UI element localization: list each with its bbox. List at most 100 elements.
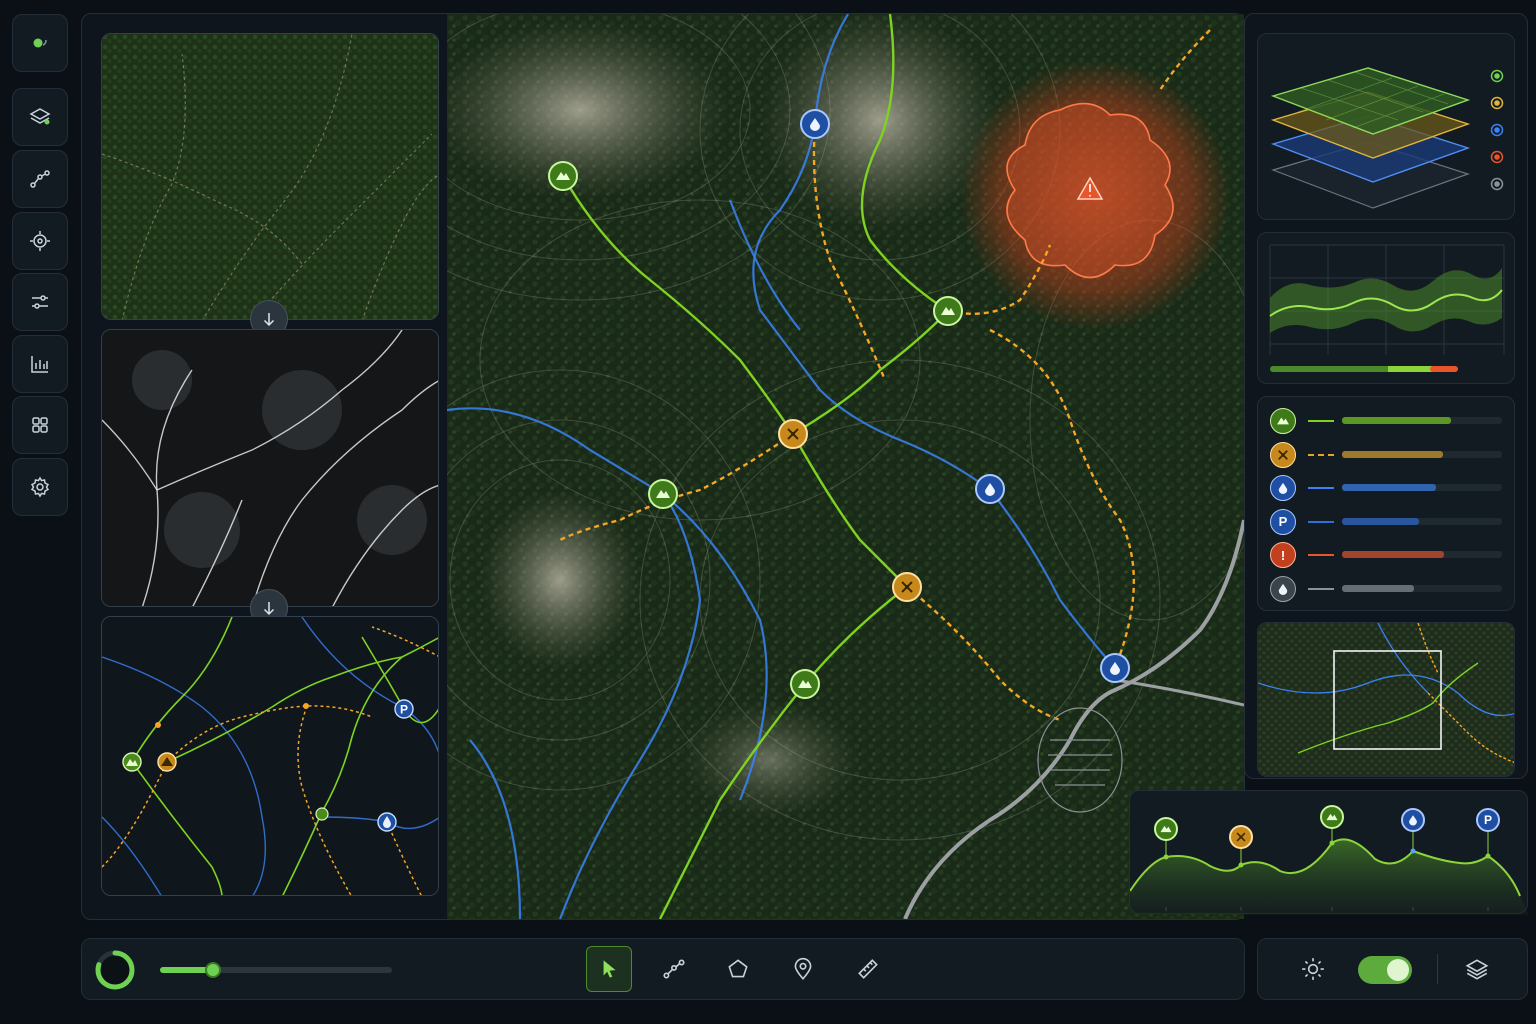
- elevation-profile-panel: P: [1129, 790, 1529, 915]
- sun-icon: [1302, 958, 1324, 980]
- profile-marker[interactable]: P: [1476, 808, 1500, 832]
- path-tool-button[interactable]: [651, 946, 697, 992]
- progress-orange: [1430, 366, 1458, 372]
- measure-tool-button[interactable]: [845, 946, 891, 992]
- map-marker[interactable]: [975, 474, 1005, 504]
- trend-chart-panel: [1257, 232, 1515, 384]
- toggle-knob: [1387, 959, 1409, 981]
- parking-glyph: P: [1484, 813, 1492, 827]
- slider-handle[interactable]: [205, 962, 222, 978]
- map-marker[interactable]: [892, 572, 922, 602]
- layer-visibility-dot[interactable]: [1490, 177, 1504, 191]
- ruler-icon: [858, 959, 878, 979]
- legend-level-fill: [1342, 450, 1443, 458]
- vector-parking-marker[interactable]: P: [394, 699, 414, 719]
- profile-marker[interactable]: [1229, 825, 1253, 849]
- legend-row-junction[interactable]: [1270, 441, 1504, 470]
- legend-row-water[interactable]: [1270, 475, 1504, 503]
- vector-marker[interactable]: [315, 807, 329, 821]
- target-icon: [30, 231, 50, 251]
- overlay-toggle[interactable]: [1358, 956, 1412, 984]
- legend-line-sample: [1308, 487, 1334, 489]
- polygon-tool-button[interactable]: [715, 946, 761, 992]
- layers-panel[interactable]: [1257, 33, 1515, 220]
- select-tool-button[interactable]: [586, 946, 632, 992]
- junction-icon: [1270, 441, 1296, 468]
- route-nodes-icon: [30, 170, 50, 188]
- profile-point: [1329, 840, 1335, 846]
- progress-green: [1270, 366, 1390, 372]
- legend-row-hazard[interactable]: !: [1270, 542, 1504, 570]
- map-marker[interactable]: [933, 296, 963, 326]
- ridge-terrain: [680, 700, 860, 820]
- pin-tool-button[interactable]: [780, 946, 826, 992]
- vector-marker[interactable]: [377, 812, 397, 832]
- settings-gear-icon: [30, 476, 50, 498]
- profile-point: [1238, 862, 1244, 868]
- legend-level-track: [1342, 551, 1502, 558]
- hazard-glyph: !: [1280, 547, 1286, 563]
- brightness-button[interactable]: [1290, 946, 1336, 992]
- arrow-down-icon: [263, 602, 275, 616]
- rail-filters-button[interactable]: [12, 273, 68, 331]
- minimap-panel[interactable]: [1257, 622, 1515, 777]
- path-draw-icon: [663, 959, 685, 979]
- edge-detection-card[interactable]: [101, 329, 439, 607]
- parking-glyph: P: [1278, 514, 1288, 529]
- vector-marker[interactable]: [122, 752, 142, 772]
- legend-line-sample: [1308, 420, 1334, 422]
- profile-point: [1163, 854, 1169, 860]
- rail-routes-button[interactable]: [12, 150, 68, 208]
- layers-stack-icon: [29, 108, 51, 125]
- map-marker[interactable]: [648, 479, 678, 509]
- profile-marker[interactable]: [1401, 808, 1425, 832]
- legend-level-fill: [1342, 517, 1419, 525]
- profile-marker[interactable]: [1320, 805, 1344, 829]
- legend-row-peak[interactable]: [1270, 408, 1504, 436]
- location-pin-icon: [794, 957, 812, 980]
- profile-marker[interactable]: [1154, 817, 1178, 841]
- elevation-profile: P: [1129, 805, 1529, 915]
- legend-level-track: [1342, 584, 1502, 592]
- hazard-icon: !: [1270, 542, 1296, 568]
- progress-lime: [1388, 366, 1432, 372]
- legend-level-fill: [1342, 484, 1437, 491]
- polygon-icon: [728, 959, 748, 978]
- layer-visibility-dot[interactable]: [1490, 69, 1504, 83]
- parking-icon: P: [1270, 508, 1296, 535]
- layer-visibility-dot[interactable]: [1490, 150, 1504, 164]
- layers-icon: [1465, 959, 1489, 980]
- arrow-down-icon: [263, 313, 275, 327]
- drop-grey-icon: [1270, 575, 1296, 602]
- logo-button[interactable]: [12, 14, 68, 72]
- vector-marker[interactable]: [157, 752, 177, 772]
- main-map[interactable]: [447, 14, 1244, 919]
- rail-target-button[interactable]: [12, 212, 68, 270]
- rail-layers-button[interactable]: [12, 88, 68, 146]
- map-marker[interactable]: [1100, 653, 1130, 683]
- map-marker[interactable]: [548, 161, 578, 191]
- legend-row-other[interactable]: [1270, 575, 1504, 604]
- timeline-slider[interactable]: [160, 962, 392, 978]
- sliders-icon: [32, 295, 48, 309]
- legend-level-fill: [1342, 551, 1445, 558]
- slider-fill: [160, 967, 212, 973]
- rail-charts-button[interactable]: [12, 335, 68, 393]
- satellite-image-card[interactable]: [101, 33, 439, 320]
- layer-visibility-dot[interactable]: [1490, 96, 1504, 110]
- profile-point: [1485, 853, 1491, 859]
- layers-toggle-button[interactable]: [1454, 946, 1500, 992]
- legend-row-parking[interactable]: P: [1270, 508, 1504, 537]
- legend-level-fill: [1342, 417, 1451, 424]
- rail-settings-button[interactable]: [12, 458, 68, 516]
- layer-visibility-dot[interactable]: [1490, 123, 1504, 137]
- layer-stack-visual: [1270, 67, 1504, 209]
- legend-level-fill: [1342, 584, 1414, 592]
- map-marker[interactable]: [790, 669, 820, 699]
- legend-level-track: [1342, 484, 1502, 491]
- trend-chart: [1269, 244, 1505, 372]
- rail-modules-button[interactable]: [12, 396, 68, 454]
- vector-network-card[interactable]: P: [101, 616, 439, 896]
- map-marker[interactable]: [778, 419, 808, 449]
- map-marker[interactable]: [800, 109, 830, 139]
